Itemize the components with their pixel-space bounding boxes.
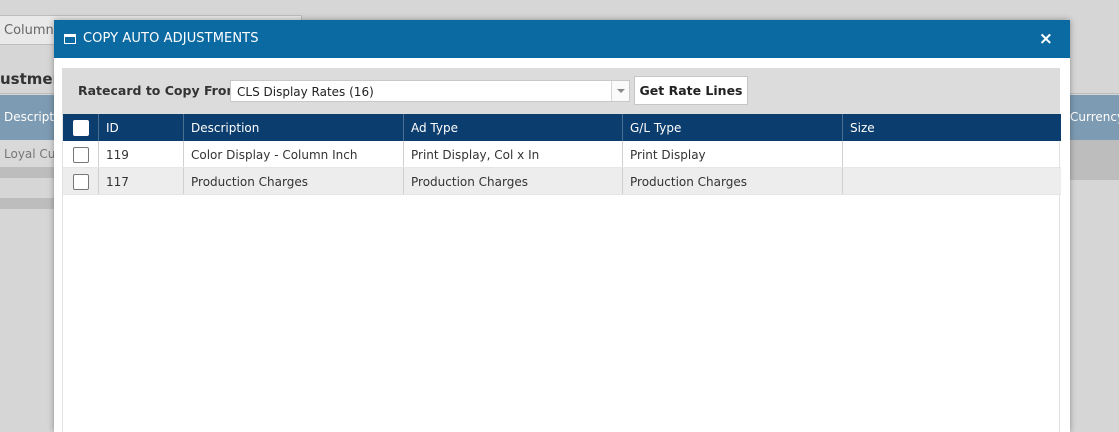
cell-gl-type-text: Production Charges (630, 175, 747, 189)
cell-id: 119 (99, 141, 184, 167)
table-row[interactable]: 119 Color Display - Column Inch Print Di… (63, 141, 1061, 168)
row-checkbox[interactable] (73, 147, 89, 163)
header-gl-type-label: G/L Type (630, 121, 682, 135)
cell-id-text: 117 (106, 175, 129, 189)
cell-description-text: Production Charges (191, 175, 308, 189)
background-header-currency: Currency (1070, 110, 1119, 124)
cell-size (843, 168, 1061, 194)
background-scroll-band-2 (0, 198, 54, 209)
cell-ad-type: Production Charges (404, 168, 623, 194)
cell-ad-type: Print Display, Col x In (404, 141, 623, 167)
cell-id: 117 (99, 168, 184, 194)
window-icon (64, 34, 76, 44)
background-divider-left (0, 93, 54, 94)
cell-id-text: 119 (106, 148, 129, 162)
background-row-left: Loyal Cu (0, 140, 56, 167)
ratecard-toolbar: Ratecard to Copy From CLS Display Rates … (62, 68, 1060, 114)
dialog-title: COPY AUTO ADJUSTMENTS (83, 31, 259, 46)
background-row-text: Loyal Cu (4, 147, 56, 161)
cell-ad-type-text: Production Charges (411, 175, 528, 189)
get-rate-lines-button[interactable]: Get Rate Lines (634, 76, 748, 105)
background-grid-header-left: Descripti (0, 95, 58, 140)
cell-description: Color Display - Column Inch (184, 141, 404, 167)
select-all-checkbox[interactable] (73, 120, 89, 136)
rate-lines-grid: ID Description Ad Type G/L Type Size 119 (62, 114, 1061, 432)
header-ad-type[interactable]: Ad Type (404, 114, 623, 141)
cell-description-text: Color Display - Column Inch (191, 148, 358, 162)
dialog-header: COPY AUTO ADJUSTMENTS × (54, 20, 1070, 58)
cell-gl-type-text: Print Display (630, 148, 706, 162)
header-select-all-cell (63, 114, 99, 141)
background-grid-header-right: Currency (1070, 95, 1119, 140)
ratecard-selected-value: CLS Display Rates (16) (237, 85, 374, 99)
header-gl-type[interactable]: G/L Type (623, 114, 843, 141)
background-column-input-text: Column (4, 23, 54, 38)
cell-description: Production Charges (184, 168, 404, 194)
header-size[interactable]: Size (843, 114, 1061, 141)
header-id-label: ID (106, 121, 119, 135)
background-header-description: Descripti (4, 110, 58, 124)
copy-auto-adjustments-dialog: COPY AUTO ADJUSTMENTS × Ratecard to Copy… (54, 20, 1070, 432)
background-row-right (1070, 140, 1119, 180)
header-size-label: Size (850, 121, 875, 135)
header-ad-type-label: Ad Type (411, 121, 458, 135)
cell-gl-type: Production Charges (623, 168, 843, 194)
background-scroll-band (0, 167, 54, 178)
cell-ad-type-text: Print Display, Col x In (411, 148, 540, 162)
cell-gl-type: Print Display (623, 141, 843, 167)
header-id[interactable]: ID (99, 114, 184, 141)
header-description[interactable]: Description (184, 114, 404, 141)
background-divider-right (1070, 93, 1119, 94)
close-icon[interactable]: × (1039, 29, 1053, 49)
ratecard-label: Ratecard to Copy From (78, 83, 240, 98)
chevron-down-icon[interactable] (611, 81, 629, 101)
cell-size (843, 141, 1061, 167)
grid-header: ID Description Ad Type G/L Type Size (63, 114, 1061, 141)
row-select-cell (63, 141, 99, 167)
ratecard-select[interactable]: CLS Display Rates (16) (230, 80, 630, 102)
table-row[interactable]: 117 Production Charges Production Charge… (63, 168, 1061, 195)
header-description-label: Description (191, 121, 260, 135)
row-select-cell (63, 168, 99, 194)
row-checkbox[interactable] (73, 174, 89, 190)
